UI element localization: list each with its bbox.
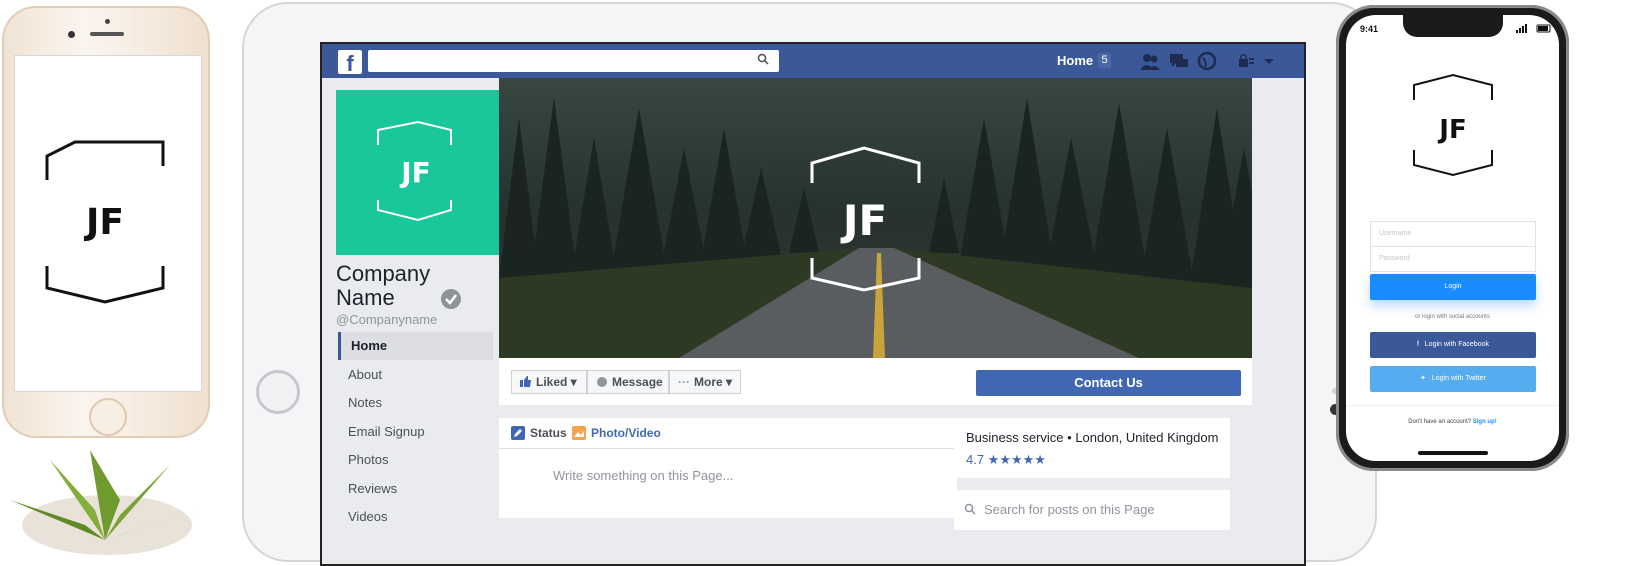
username-input[interactable]: Username xyxy=(1370,221,1536,247)
contact-us-button[interactable]: Contact Us xyxy=(976,370,1241,396)
forest-road-image: JF xyxy=(499,98,1252,358)
login-button[interactable]: Login xyxy=(1370,274,1536,300)
right-phone-frame: 9:41 JF Username Password Login or login… xyxy=(1336,5,1569,471)
jf-logo-icon: JF xyxy=(45,140,165,304)
signup-link[interactable]: Sign up! xyxy=(1473,419,1497,425)
password-input[interactable]: Password xyxy=(1370,246,1536,272)
photo-icon xyxy=(572,426,586,440)
facebook-f-icon: f xyxy=(1416,341,1419,348)
friends-icon[interactable] xyxy=(1139,50,1161,72)
privacy-lock-icon[interactable] xyxy=(1236,50,1258,72)
company-name: Company Name xyxy=(336,261,431,310)
search-icon xyxy=(964,503,976,515)
nav-item-notes[interactable]: Notes xyxy=(338,389,493,417)
left-phone-frame: JF xyxy=(2,6,210,438)
more-button[interactable]: ··· More ▾ xyxy=(669,370,741,394)
page-action-bar: Liked ▾ Message ··· More ▾ Contact Us xyxy=(499,358,1252,405)
facebook-button-label: Login with Facebook xyxy=(1424,341,1489,348)
tab-status[interactable]: Status xyxy=(530,426,567,440)
message-button-label: Message xyxy=(612,375,663,389)
composer-tabs: Status Photo/Video xyxy=(499,418,957,449)
chevron-down-icon[interactable] xyxy=(1258,50,1280,72)
search-posts-input[interactable]: Search for posts on this Page xyxy=(954,490,1230,530)
left-phone-home-button[interactable] xyxy=(89,398,127,436)
left-phone-speaker xyxy=(90,32,124,36)
tab-photo-video[interactable]: Photo/Video xyxy=(591,426,661,440)
post-composer: Status Photo/Video Write something on th… xyxy=(499,418,957,518)
liked-button[interactable]: Liked ▾ xyxy=(511,370,587,394)
jf-logo-icon: JF xyxy=(377,120,452,222)
liked-button-label: Liked xyxy=(536,375,568,389)
facebook-search-input[interactable] xyxy=(368,50,779,72)
login-with-facebook-button[interactable]: f Login with Facebook xyxy=(1370,332,1536,358)
verified-check-icon xyxy=(441,289,461,309)
home-indicator[interactable] xyxy=(1418,451,1488,455)
facebook-header: f Home 5 xyxy=(322,44,1304,78)
profile-logo-text: JF xyxy=(399,156,431,189)
phone-logo-text: JF xyxy=(1437,115,1466,145)
thumbs-up-icon xyxy=(520,376,531,387)
status-bar-icons xyxy=(1516,24,1551,33)
signup-text: Don't have an account? xyxy=(1408,419,1472,425)
search-posts-placeholder: Search for posts on this Page xyxy=(984,502,1155,517)
left-phone-camera xyxy=(68,31,75,38)
twitter-button-label: Login with Twitter xyxy=(1431,375,1486,382)
header-home-badge: 5 xyxy=(1098,53,1111,68)
tablet-home-button[interactable] xyxy=(256,370,300,414)
twitter-bird-icon: ✦ xyxy=(1420,375,1427,382)
login-with-twitter-button[interactable]: ✦ Login with Twitter xyxy=(1370,366,1536,392)
social-login-divider-text: or login with social accounts xyxy=(1415,314,1490,320)
messenger-icon xyxy=(597,377,607,387)
nav-item-photos[interactable]: Photos xyxy=(338,446,493,474)
tablet-screen: f Home 5 JF Company Name @Companyname Ho… xyxy=(320,42,1306,566)
nav-item-reviews[interactable]: Reviews xyxy=(338,475,493,503)
header-home-link[interactable]: Home xyxy=(1057,53,1093,68)
nav-item-about[interactable]: About xyxy=(338,361,493,389)
write-post-input[interactable]: Write something on this Page... xyxy=(553,468,733,483)
pencil-icon xyxy=(511,426,525,440)
status-bar-time: 9:41 xyxy=(1360,24,1379,34)
left-phone-sensor xyxy=(105,19,110,24)
search-icon xyxy=(757,53,769,65)
nav-item-videos[interactable]: Videos xyxy=(338,503,493,531)
company-handle: @Companyname xyxy=(336,312,438,327)
signup-prompt: Don't have an account? Sign up! xyxy=(1346,419,1559,425)
left-phone-screen: JF xyxy=(14,55,202,392)
nav-item-home[interactable]: Home xyxy=(338,332,493,360)
nav-item-email-signup[interactable]: Email Signup xyxy=(338,418,493,446)
more-button-label: More xyxy=(694,375,723,389)
left-phone-logo-text: JF xyxy=(83,202,124,243)
phone-notch xyxy=(1403,15,1503,37)
facebook-logo[interactable]: f xyxy=(338,50,362,76)
jf-logo-icon: JF xyxy=(1413,73,1493,177)
notifications-globe-icon[interactable] xyxy=(1196,50,1218,72)
cover-photo[interactable]: JF xyxy=(499,78,1252,358)
message-button[interactable]: Message xyxy=(587,370,669,394)
right-phone-screen: 9:41 JF Username Password Login or login… xyxy=(1346,15,1559,461)
page-info-card: Business service • London, United Kingdo… xyxy=(954,418,1230,478)
cover-logo-text: JF xyxy=(840,196,887,245)
more-dots-icon: ··· xyxy=(678,375,690,389)
messages-icon[interactable] xyxy=(1168,50,1190,72)
business-category-location: Business service • London, United Kingdo… xyxy=(966,430,1219,445)
profile-picture[interactable]: JF xyxy=(336,90,501,255)
footer-divider xyxy=(1346,405,1559,406)
page-rating[interactable]: 4.7 ★★★★★ xyxy=(966,452,1046,468)
plant-leaves-icon xyxy=(10,450,200,540)
